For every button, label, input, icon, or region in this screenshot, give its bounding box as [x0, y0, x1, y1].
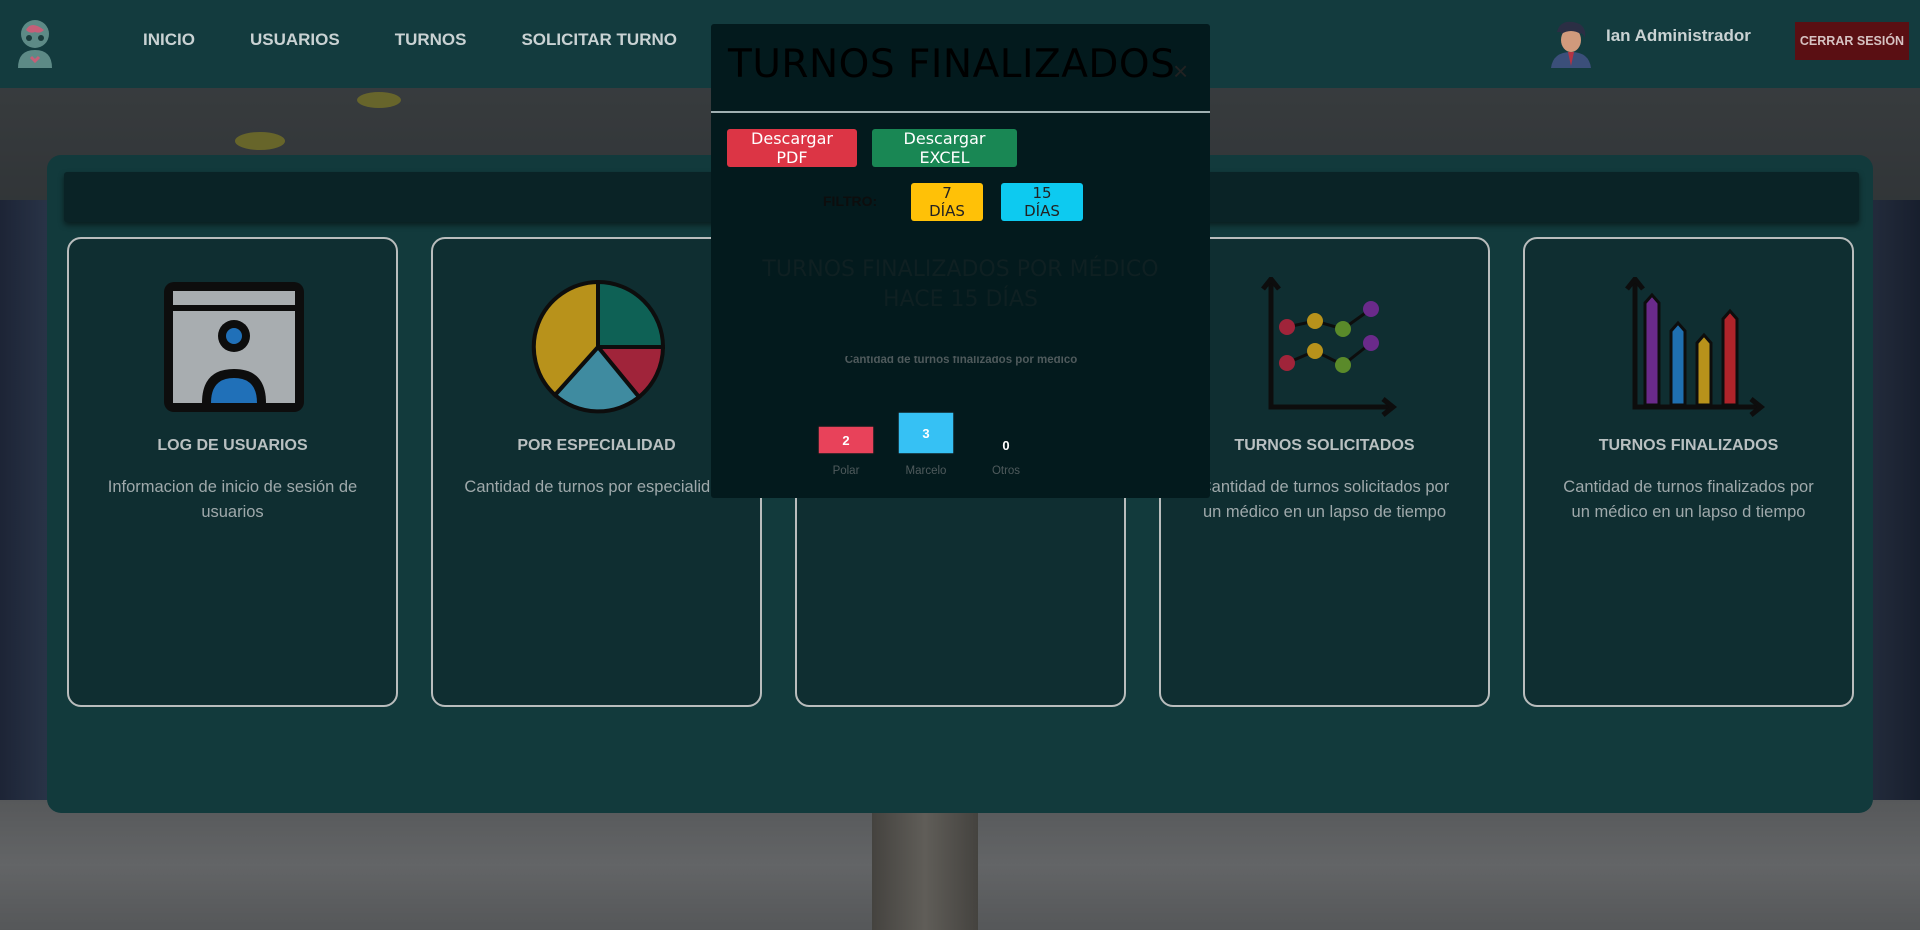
report-modal: TURNOS FINALIZADOS × Descargar PDF Desca… [711, 24, 1210, 498]
chart-title: Cantidad de turnos finalizados por médic… [845, 356, 1078, 366]
logo-icon[interactable] [12, 16, 58, 68]
avatar [1551, 21, 1591, 68]
x-tick-label: Marcelo [906, 465, 947, 477]
pie-chart-icon [531, 279, 666, 414]
modal-divider [711, 111, 1210, 113]
chart-heading: TURNOS FINALIZADOS POR MÉDICO HACE 15 DÍ… [711, 255, 1210, 315]
data-label-polar: 2 [842, 433, 849, 448]
user-profile-icon [164, 282, 304, 412]
card-desc: Informacion de inicio de sesión de usuar… [107, 478, 358, 521]
user-name: Ian Administrador [1606, 26, 1751, 45]
card-desc: Cantidad de turnos finalizados por un mé… [1563, 478, 1814, 521]
x-tick-label: Polar [833, 465, 860, 477]
filter-7-days-button[interactable]: 7 DÍAS [911, 183, 983, 221]
card-title: TURNOS FINALIZADOS [1598, 437, 1779, 454]
filter-label: FILTRO: [823, 193, 878, 209]
nav-link-turnos[interactable]: TURNOS [395, 30, 467, 50]
chart-heading-line2: HACE 15 DÍAS [883, 287, 1038, 312]
close-icon[interactable]: × [1173, 56, 1188, 87]
logout-button[interactable]: CERRAR SESIÓN [1795, 22, 1909, 60]
card-turnos-finalizados[interactable]: TURNOS FINALIZADOS Cantidad de turnos fi… [1523, 237, 1854, 707]
modal-title: TURNOS FINALIZADOS [728, 42, 1176, 87]
chart-heading-line1: TURNOS FINALIZADOS POR MÉDICO [762, 257, 1159, 282]
card-title: LOG DE USUARIOS [157, 437, 308, 454]
card-desc: Cantidad de turnos por especialidad [464, 478, 729, 496]
bar-chart: Cantidad de turnos finalizados por médic… [817, 356, 1078, 477]
bar-chart-icon [1625, 277, 1765, 417]
scatter-chart-icon [1261, 277, 1398, 417]
filter-15-days-button[interactable]: 15 DÍAS [1001, 183, 1083, 221]
nav-link-inicio[interactable]: INICIO [143, 30, 195, 50]
card-title: TURNOS SOLICITADOS [1234, 437, 1415, 454]
card-log-usuarios[interactable]: LOG DE USUARIOS Informacion de inicio de… [67, 237, 398, 707]
nav-link-usuarios[interactable]: USUARIOS [250, 30, 340, 50]
data-label-marcelo: 3 [922, 426, 929, 441]
user-menu: Ian Administrador [1548, 18, 1751, 68]
download-pdf-button[interactable]: Descargar PDF [727, 129, 857, 167]
x-tick-label: Otros [992, 465, 1020, 477]
nav-link-solicitar-turno[interactable]: SOLICITAR TURNO [521, 30, 677, 50]
download-excel-button[interactable]: Descargar EXCEL [872, 129, 1017, 167]
card-desc: Cantidad de turnos solicitados por un mé… [1199, 478, 1450, 521]
data-label-otros: 0 [1002, 438, 1009, 453]
